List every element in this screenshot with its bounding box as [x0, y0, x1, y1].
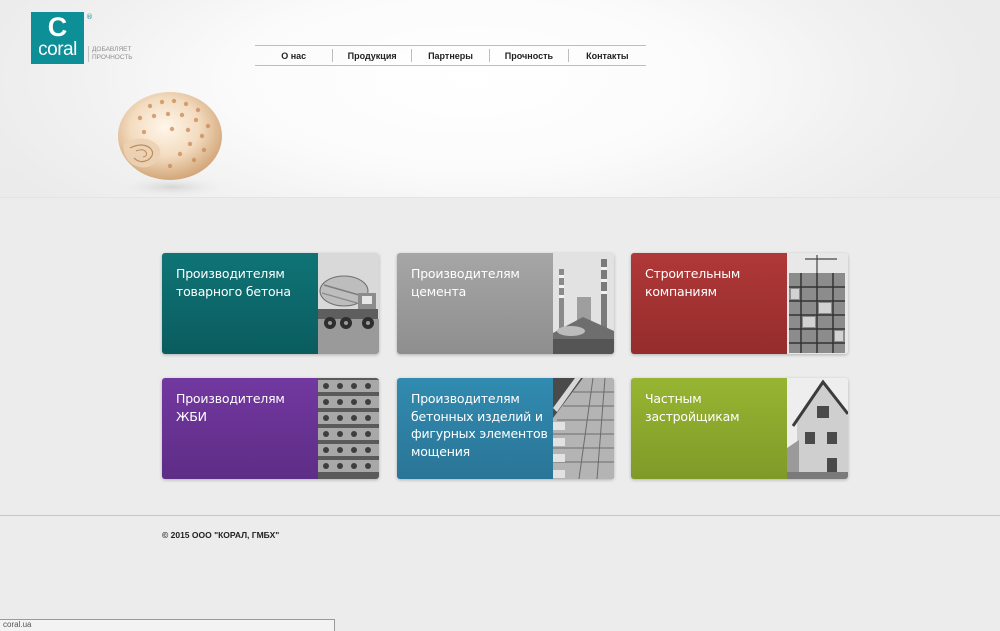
footer-divider	[0, 515, 1000, 516]
tile-construction-companies[interactable]: Строительным компаниям	[631, 253, 848, 354]
tile-paving-elements[interactable]: Производителям бетонных изделий и фигурн…	[397, 378, 614, 479]
nav-item-partners[interactable]: Партнеры	[412, 46, 489, 65]
main-nav: О нас Продукция Партнеры Прочность Конта…	[255, 45, 646, 66]
concrete-slabs-icon	[318, 378, 379, 479]
private-house-icon	[787, 378, 848, 479]
tile-text-line: компаниям	[645, 283, 717, 299]
tile-text-line: Частным	[645, 391, 702, 406]
tile-ready-mix-concrete[interactable]: Производителям товарного бетона	[162, 253, 379, 354]
tile-label: Производителям ЖБИ	[162, 378, 318, 479]
tile-text-line: застройщикам	[645, 408, 740, 424]
tile-private-builders[interactable]: Частным застройщикам	[631, 378, 848, 479]
page: C coral ® ДОБАВЛЯЕТ ПРОЧНОСТЬ О нас Прод…	[0, 0, 1000, 631]
header: C coral ® ДОБАВЛЯЕТ ПРОЧНОСТЬ О нас Прод…	[0, 0, 1000, 198]
tile-label: Производителям товарного бетона	[162, 253, 318, 354]
tile-text-line: бетонных изделий и	[411, 408, 543, 424]
logo-letter: C	[47, 12, 68, 42]
nav-item-strength[interactable]: Прочность	[490, 46, 567, 65]
tile-text-line: Производителям	[176, 266, 285, 281]
tile-text-line: мощения	[411, 443, 470, 459]
tagline-line1: ДОБАВЛЯЕТ	[92, 46, 132, 53]
browser-status-bar: coral.ua	[0, 619, 335, 631]
copyright: © 2015 ООО "КОРАЛ, ГМБХ"	[162, 530, 280, 540]
nav-item-about[interactable]: О нас	[255, 46, 332, 65]
nav-item-products[interactable]: Продукция	[333, 46, 410, 65]
tile-label: Частным застройщикам	[631, 378, 787, 479]
nav-item-contacts[interactable]: Контакты	[569, 46, 646, 65]
tile-label: Строительным компаниям	[631, 253, 787, 354]
concrete-mixer-truck-icon	[318, 253, 379, 354]
coral-logo[interactable]: C coral	[31, 12, 84, 64]
seashell-image	[110, 84, 232, 198]
tagline: ДОБАВЛЯЕТ ПРОЧНОСТЬ	[88, 46, 152, 62]
tile-text-line: Производителям	[411, 391, 520, 406]
tile-cement-producers[interactable]: Производителям цемента	[397, 253, 614, 354]
registered-mark: ®	[86, 13, 93, 21]
tagline-line2: ПРОЧНОСТЬ	[92, 54, 133, 61]
tile-label: Производителям цемента	[397, 253, 553, 354]
tile-text-line: Строительным	[645, 266, 741, 281]
tile-text-line: цемента	[411, 283, 467, 299]
building-construction-icon	[787, 253, 848, 354]
tile-text-line: Производителям	[411, 266, 520, 281]
tile-text-line: фигурных элементов	[411, 426, 548, 441]
tile-text-line: Производителям	[176, 391, 285, 406]
logo-word: coral	[38, 39, 77, 60]
cement-plant-icon	[553, 253, 614, 354]
tile-text-line: ЖБИ	[176, 408, 207, 424]
tile-label: Производителям бетонных изделий и фигурн…	[397, 378, 553, 479]
tile-text-line: товарного бетона	[176, 283, 291, 299]
tile-precast-concrete[interactable]: Производителям ЖБИ	[162, 378, 379, 479]
paving-stones-icon	[553, 378, 614, 479]
